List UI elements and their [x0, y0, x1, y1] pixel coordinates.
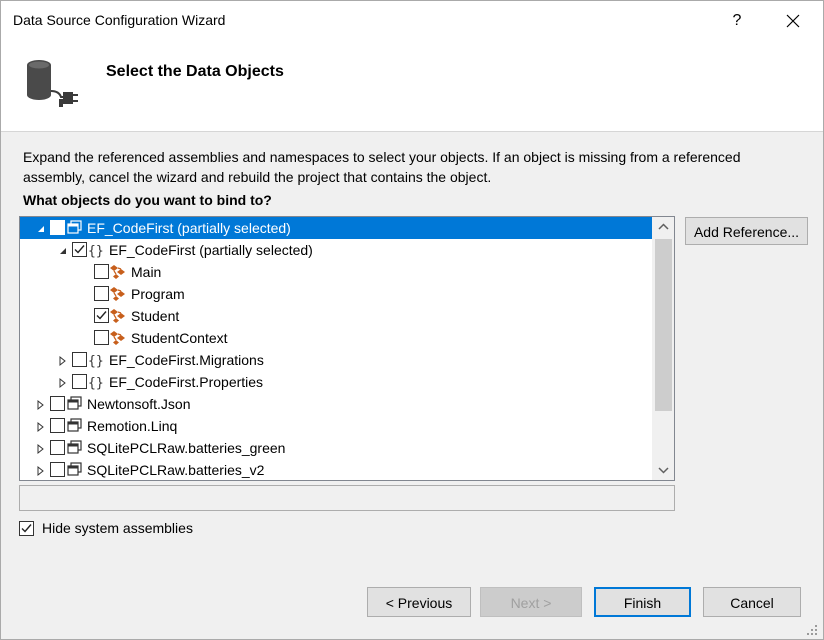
cancel-button[interactable]: Cancel — [703, 587, 801, 617]
tree-item[interactable]: {} EF_CodeFirst.Migrations — [20, 349, 652, 371]
tree-item[interactable]: SQLitePCLRaw.batteries_v2 — [20, 459, 652, 480]
tree-item-checkbox[interactable] — [72, 374, 87, 389]
close-icon — [786, 14, 800, 28]
scroll-thumb[interactable] — [655, 239, 672, 411]
window-title: Data Source Configuration Wizard — [13, 12, 226, 28]
description-text: Expand the referenced assemblies and nam… — [23, 149, 741, 185]
tree-item-label: Newtonsoft.Json — [87, 396, 191, 412]
title-bar: Data Source Configuration Wizard ? — [1, 1, 823, 41]
tree-item-checkbox[interactable] — [50, 220, 65, 235]
scroll-down-button[interactable] — [653, 460, 674, 480]
class-icon — [109, 307, 127, 325]
previous-button[interactable]: < Previous — [367, 587, 471, 617]
class-icon — [109, 285, 127, 303]
namespace-icon: {} — [87, 351, 105, 369]
help-button[interactable]: ? — [719, 5, 755, 37]
collapsed-arrow-icon[interactable] — [36, 442, 46, 455]
tree-item[interactable]: Main — [20, 261, 652, 283]
tree-item-label: StudentContext — [131, 330, 228, 346]
expanded-arrow-icon[interactable] — [36, 222, 46, 234]
tree-item[interactable]: Program — [20, 283, 652, 305]
class-icon — [109, 263, 127, 281]
tree-item[interactable]: Newtonsoft.Json — [20, 393, 652, 415]
tree-item-label: Remotion.Linq — [87, 418, 178, 434]
tree-item-checkbox[interactable] — [94, 308, 109, 323]
tree-item[interactable]: Remotion.Linq — [20, 415, 652, 437]
chevron-up-icon — [658, 223, 669, 230]
finish-button[interactable]: Finish — [594, 587, 691, 617]
tree-item[interactable]: {} EF_CodeFirst.Properties — [20, 371, 652, 393]
tree-item-checkbox[interactable] — [50, 396, 65, 411]
tree-item-label: EF_CodeFirst.Properties — [109, 374, 264, 390]
tree-item[interactable]: {} EF_CodeFirst (partially selected) — [20, 239, 652, 261]
namespace-icon: {} — [87, 373, 105, 391]
wizard-window: Data Source Configuration Wizard ? Selec… — [0, 0, 824, 640]
collapsed-arrow-icon[interactable] — [36, 464, 46, 477]
tree-item-checkbox[interactable] — [50, 462, 65, 477]
tree-item-checkbox[interactable] — [72, 352, 87, 367]
objects-tree[interactable]: SQLitePCLRaw.batteries_v2 SQLitePCLRaw.ba… — [19, 216, 675, 481]
expanded-arrow-icon[interactable] — [58, 244, 68, 256]
tree-item[interactable]: SQLitePCLRaw.batteries_green — [20, 437, 652, 459]
tree-vertical-scrollbar[interactable] — [652, 217, 674, 480]
assembly-icon — [65, 219, 83, 237]
tree-item[interactable]: EF_CodeFirst (partially selected) — [20, 217, 652, 239]
tree-item-label: Program — [131, 286, 185, 302]
tree-item-label: Main — [131, 264, 162, 280]
tree-item[interactable]: Student — [20, 305, 652, 327]
next-button[interactable]: Next > — [480, 587, 582, 617]
assembly-icon — [65, 439, 83, 457]
tree-item-label: EF_CodeFirst (partially selected) — [109, 242, 313, 258]
collapsed-arrow-icon[interactable] — [58, 354, 68, 367]
tree-item-checkbox[interactable] — [72, 242, 87, 257]
close-button[interactable] — [773, 5, 813, 37]
assembly-icon — [65, 417, 83, 435]
class-icon — [109, 329, 127, 347]
namespace-icon: {} — [87, 241, 105, 259]
collapsed-arrow-icon[interactable] — [58, 376, 68, 389]
tree-item-label: SQLitePCLRaw.batteries_green — [87, 440, 286, 456]
chevron-down-icon — [658, 467, 669, 474]
tree-item-checkbox[interactable] — [50, 440, 65, 455]
tree-item-checkbox[interactable] — [94, 330, 109, 345]
data-source-icon — [27, 60, 78, 107]
assembly-icon — [65, 461, 83, 479]
assembly-icon — [65, 395, 83, 413]
tree-item-label: Student — [131, 308, 180, 324]
tree-item-checkbox[interactable] — [50, 418, 65, 433]
collapsed-arrow-icon[interactable] — [36, 398, 46, 411]
tree-item[interactable]: StudentContext — [20, 327, 652, 349]
resize-grip-icon[interactable] — [805, 623, 819, 637]
page-heading: Select the Data Objects — [106, 63, 284, 80]
hide-system-assemblies-checkbox[interactable] — [19, 521, 34, 536]
tree-item-label: SQLitePCLRaw.batteries_v2 — [87, 462, 265, 478]
svg-text:{}: {} — [88, 354, 104, 369]
tree-item-checkbox[interactable] — [94, 264, 109, 279]
tree-item-label: EF_CodeFirst (partially selected) — [87, 220, 291, 236]
tree-item-checkbox[interactable] — [94, 286, 109, 301]
svg-text:{}: {} — [88, 244, 104, 259]
svg-text:{}: {} — [88, 376, 104, 391]
object-info-box — [19, 485, 675, 511]
tree-item-label: EF_CodeFirst.Migrations — [109, 352, 264, 368]
objects-question-label: What objects do you want to bind to? — [23, 192, 272, 208]
scroll-up-button[interactable] — [653, 217, 674, 237]
hide-system-assemblies-label: Hide system assemblies — [42, 520, 193, 536]
wizard-header: Select the Data Objects — [1, 41, 823, 132]
collapsed-arrow-icon[interactable] — [36, 420, 46, 433]
add-reference-button[interactable]: Add Reference... — [685, 217, 808, 245]
